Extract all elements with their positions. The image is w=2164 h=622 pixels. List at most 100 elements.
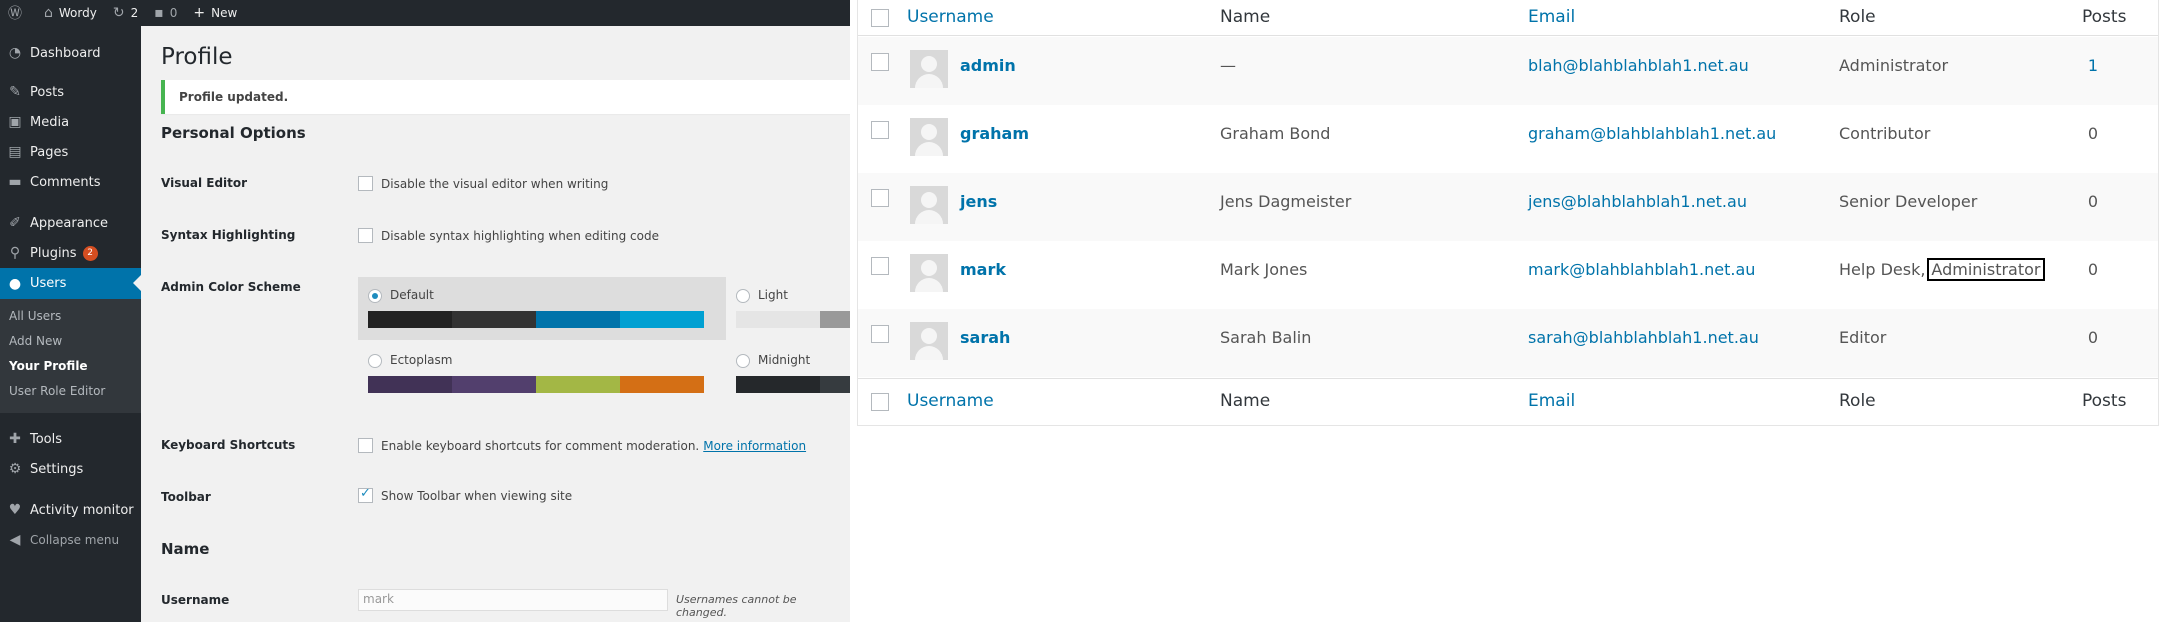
user-name: Jens Dagmeister [1220, 192, 1352, 211]
footer-column-username[interactable]: Username [907, 391, 994, 411]
menu-label: Collapse menu [30, 533, 120, 547]
row-checkbox[interactable] [871, 257, 889, 275]
menu-item-plugins[interactable]: ⚲ Plugins 2 [0, 238, 141, 268]
syntax-highlighting-option: Disable syntax highlighting when editing… [358, 228, 659, 243]
color-scheme-radio[interactable] [368, 354, 382, 368]
syntax-highlighting-checkbox[interactable] [358, 228, 373, 243]
footer-column-posts: Posts [2082, 391, 2127, 411]
pin-icon: ✎ [9, 84, 21, 100]
visual-editor-label: Visual Editor [161, 176, 248, 190]
user-posts[interactable]: 1 [2078, 56, 2108, 75]
color-scheme-ectoplasm[interactable]: Ectoplasm [358, 342, 726, 405]
site-name-link[interactable]: ⌂ Wordy [36, 0, 105, 26]
user-email[interactable]: jens@blahblahblah1.net.au [1528, 192, 1747, 211]
wp-admin-panel: Ⓦ ⌂ Wordy ↻ 2 ▪ 0 + New ◔ Dashboard ✎ Po… [0, 0, 850, 622]
color-swatch [736, 311, 820, 328]
color-scheme-radio[interactable] [736, 289, 750, 303]
menu-item-tools[interactable]: ✚ Tools [0, 424, 141, 454]
menu-item-dashboard[interactable]: ◔ Dashboard [0, 38, 141, 68]
username-link[interactable]: sarah [960, 328, 1010, 347]
user-email[interactable]: graham@blahblahblah1.net.au [1528, 124, 1776, 143]
menu-label: Plugins [30, 245, 77, 261]
menu-item-pages[interactable]: ▤ Pages [0, 137, 141, 167]
select-all-checkbox-footer[interactable] [871, 393, 889, 411]
username-link[interactable]: admin [960, 56, 1016, 75]
updates-icon: ↻ [112, 5, 125, 21]
username-field[interactable]: mark [358, 589, 668, 611]
column-email[interactable]: Email [1528, 7, 1575, 27]
site-name: Wordy [58, 6, 97, 20]
wordpress-icon: Ⓦ [8, 6, 22, 22]
collapse-menu-button[interactable]: ◀ Collapse menu [0, 525, 141, 555]
comments-link[interactable]: ▪ 0 [146, 0, 185, 26]
color-scheme-midnight[interactable]: Midnight [726, 342, 850, 405]
table-footer: Username Name Email Role Posts [858, 378, 2158, 424]
menu-item-settings[interactable]: ⚙ Settings [0, 454, 141, 484]
color-swatch [368, 311, 452, 328]
user-email[interactable]: blah@blahblahblah1.net.au [1528, 56, 1749, 75]
personal-options-heading: Personal Options [161, 124, 306, 142]
username-description: Usernames cannot be changed. [676, 593, 797, 619]
updates-link[interactable]: ↻ 2 [105, 0, 146, 26]
color-scheme-default[interactable]: Default [358, 277, 726, 340]
menu-label: Dashboard [30, 45, 101, 61]
menu-item-activity-monitor[interactable]: ♥ Activity monitor [0, 495, 141, 525]
user-posts: 0 [2087, 124, 2099, 143]
row-checkbox[interactable] [871, 189, 889, 207]
row-checkbox[interactable] [871, 53, 889, 71]
select-all-checkbox[interactable] [871, 9, 889, 27]
user-email[interactable]: mark@blahblahblah1.net.au [1528, 260, 1755, 279]
column-posts: Posts [2082, 7, 2127, 27]
new-content-link[interactable]: + New [185, 0, 245, 26]
wp-logo-button[interactable]: Ⓦ [0, 0, 36, 26]
visual-editor-checkbox[interactable] [358, 176, 373, 191]
submenu-user-role-editor[interactable]: User Role Editor [9, 384, 105, 398]
footer-column-name: Name [1220, 391, 1271, 411]
page-icon: ▤ [8, 144, 22, 160]
dashboard-icon: ◔ [8, 45, 22, 61]
color-scheme-radio[interactable] [368, 289, 382, 303]
keyboard-shortcuts-checkbox[interactable] [358, 438, 373, 453]
user-posts: 0 [2087, 328, 2099, 347]
color-swatches [736, 376, 850, 393]
menu-item-posts[interactable]: ✎ Posts [0, 77, 141, 107]
table-header: Username Name Email Role Posts [858, 0, 2158, 36]
menu-label: Posts [30, 84, 64, 100]
user-posts: 0 [2087, 260, 2099, 279]
color-scheme-light[interactable]: Light [726, 277, 850, 340]
user-role: Help Desk, Administrator [1839, 258, 2045, 281]
role-secondary-highlighted[interactable]: Administrator [1927, 258, 2045, 281]
admin-menu: ◔ Dashboard ✎ Posts ▣ Media ▤ Pages ▬ Co… [0, 26, 141, 622]
toolbar-checkbox[interactable] [358, 486, 373, 503]
footer-column-role: Role [1839, 391, 1876, 411]
plugins-update-badge: 2 [82, 245, 98, 261]
username-link[interactable]: mark [960, 260, 1006, 279]
wrench-icon: ✚ [9, 431, 21, 447]
username-link[interactable]: jens [960, 192, 997, 211]
menu-item-appearance[interactable]: ✐ Appearance [0, 208, 141, 238]
toolbar-text: Show Toolbar when viewing site [381, 488, 573, 503]
username-link[interactable]: graham [960, 124, 1029, 143]
color-scheme-radio[interactable] [736, 354, 750, 368]
color-swatch [452, 376, 536, 393]
user-email[interactable]: sarah@blahblahblah1.net.au [1528, 328, 1759, 347]
row-checkbox[interactable] [871, 121, 889, 139]
menu-item-users[interactable]: ● Users [0, 268, 141, 299]
row-checkbox[interactable] [871, 325, 889, 343]
menu-item-comments[interactable]: ▬ Comments [0, 167, 141, 197]
user-role: Contributor [1839, 124, 1931, 143]
submenu-all-users[interactable]: All Users [9, 309, 61, 323]
role-primary: Help Desk, [1839, 260, 1926, 279]
color-swatch [368, 376, 452, 393]
user-role: Editor [1839, 328, 1887, 347]
more-information-link[interactable]: More information [703, 439, 806, 453]
keyboard-shortcuts-text: Enable keyboard shortcuts for comment mo… [381, 438, 700, 453]
column-username[interactable]: Username [907, 7, 994, 27]
collapse-icon: ◀ [9, 532, 21, 548]
footer-column-email[interactable]: Email [1528, 391, 1575, 411]
table-row: graham Graham Bond graham@blahblahblah1.… [858, 105, 2158, 173]
submenu-your-profile[interactable]: Your Profile [9, 359, 88, 373]
users-icon: ● [8, 275, 22, 292]
menu-item-media[interactable]: ▣ Media [0, 107, 141, 137]
submenu-add-new[interactable]: Add New [9, 334, 62, 348]
